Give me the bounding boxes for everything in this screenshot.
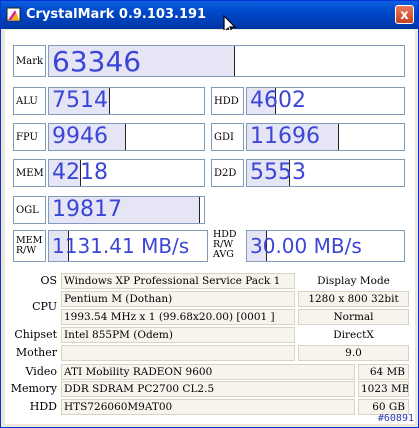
hdd-score-value: 4602 (250, 88, 306, 113)
os-value: Windows XP Professional Service Pack 1 (61, 273, 295, 289)
mem-rw-label: MEM R/W (13, 230, 46, 262)
d2d-score-value: 5553 (250, 160, 306, 185)
video-memory: 64 MB (358, 364, 409, 380)
mother-value (61, 345, 295, 361)
d2d-label: D2D (211, 159, 244, 187)
os-label: OS (40, 274, 57, 287)
fpu-score-value: 9946 (52, 124, 108, 149)
gdi-score-box: 11696 (246, 123, 405, 151)
gdi-label: GDI (211, 123, 244, 151)
hdd-info-label: HDD (29, 400, 57, 413)
memory-size: 1023 MB (358, 381, 409, 397)
fpu-score-box: 9946 (48, 123, 205, 151)
chipset-label: Chipset (14, 328, 57, 341)
gdi-score-value: 11696 (250, 124, 320, 149)
hdd-info-value: HTS726060M9AT00 (61, 399, 355, 415)
hdd-score-box: 4602 (246, 87, 405, 115)
cpu-state: Normal (298, 309, 409, 325)
crystalmark-app-icon (6, 7, 21, 22)
mother-label: Mother (15, 346, 57, 359)
mem-rw-value: 1131.41 MB/s (52, 234, 190, 258)
fpu-label: FPU (13, 123, 46, 151)
title-bar[interactable]: CrystalMark 0.9.103.191 x (1, 1, 418, 29)
mem-rw-label-line2: R/W (16, 245, 37, 256)
chipset-value: Intel 855PM (Odem) (61, 327, 295, 343)
ogl-score-box: 19817 (48, 196, 205, 224)
window-title: CrystalMark 0.9.103.191 (26, 7, 207, 22)
memory-label: Memory (10, 382, 57, 395)
ogl-label: OGL (13, 196, 46, 224)
mark-label: Mark (13, 45, 46, 77)
crystalmark-window: CrystalMark 0.9.103.191 x Mark 63346 ALU… (0, 0, 419, 428)
directx-label: DirectX (333, 329, 374, 341)
display-mode-value: 1280 x 800 32bit (298, 291, 409, 307)
build-id: #60891 (377, 413, 414, 424)
alu-score-box: 7514 (48, 87, 205, 115)
cpu-label: CPU (32, 300, 57, 313)
memory-value: DDR SDRAM PC2700 CL2.5 (61, 381, 355, 397)
hdd-rw-label-line3: AVG (213, 249, 234, 260)
video-value: ATI Mobility RADEON 9600 (61, 364, 355, 380)
mem-score-value: 4218 (52, 160, 108, 185)
content-area: Mark 63346 ALU 7514 HDD 4602 FPU 9946 GD… (5, 30, 415, 424)
mem-label: MEM (13, 159, 46, 187)
alu-label: ALU (13, 87, 46, 115)
d2d-score-box: 5553 (246, 159, 405, 187)
hdd-label: HDD (211, 87, 244, 115)
alu-score-value: 7514 (52, 88, 108, 113)
ogl-score-value: 19817 (52, 197, 122, 222)
cpu-name: Pentium M (Dothan) (61, 291, 295, 307)
directx-value: 9.0 (298, 345, 409, 361)
close-button[interactable]: x (395, 5, 414, 24)
mem-score-box: 4218 (48, 159, 205, 187)
mark-score-value: 63346 (52, 45, 142, 77)
video-label: Video (25, 365, 57, 378)
hdd-rw-value: 30.00 MB/s (250, 234, 362, 258)
cpu-detail: 1993.54 MHz x 1 (99.68x20.00) [0001 ] (61, 309, 295, 325)
hdd-rw-avg-label: HDD R/W AVG (211, 227, 244, 263)
mem-rw-box: 1131.41 MB/s (48, 230, 208, 262)
display-mode-label: Display Mode (317, 275, 390, 287)
hdd-rw-box: 30.00 MB/s (246, 230, 405, 262)
mark-score-box: 63346 (48, 45, 405, 77)
